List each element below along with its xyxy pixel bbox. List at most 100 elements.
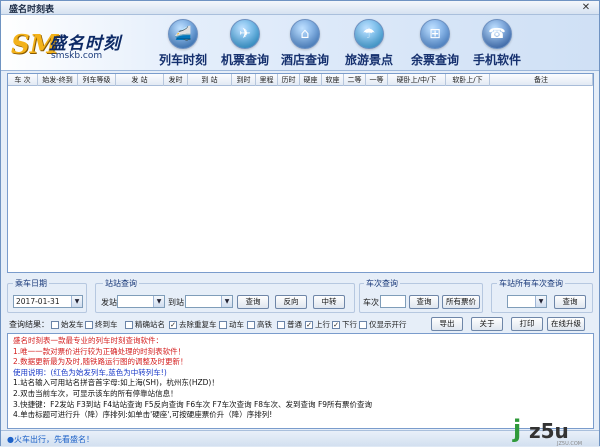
column-header[interactable]: 车 次: [8, 74, 38, 86]
windows-icon: ⊞: [420, 19, 450, 49]
column-header[interactable]: 列车等级: [78, 74, 116, 86]
checkbox-icon[interactable]: [247, 320, 255, 329]
filter-checkbox[interactable]: 普通: [277, 319, 302, 330]
column-header[interactable]: 到 站: [188, 74, 232, 86]
filter-checkbox[interactable]: 动车: [219, 319, 244, 330]
filter-checkbox-label: 终到车: [95, 320, 118, 329]
to-label: 到站: [168, 298, 184, 307]
nav-item-3[interactable]: ☂ 旅游景点: [337, 19, 401, 69]
station-all-select[interactable]: ▼: [507, 295, 547, 308]
checkbox-checked-icon[interactable]: ✓: [305, 320, 313, 329]
action-button-2[interactable]: 打印: [511, 317, 543, 331]
transfer-button[interactable]: 中转: [313, 295, 345, 309]
beach-icon: ☂: [354, 19, 384, 49]
nav-item-5[interactable]: ☎ 手机软件: [465, 19, 529, 69]
train-group-label: 车次查询: [364, 278, 400, 289]
nav-item-4[interactable]: ⊞ 余票查询: [403, 19, 467, 69]
nav-item-2[interactable]: ⌂ 酒店查询: [273, 19, 337, 69]
column-header[interactable]: 硬座: [300, 74, 322, 86]
nav-item-0[interactable]: 🚄 列车时刻: [151, 19, 215, 69]
to-station-select[interactable]: ▼: [185, 295, 233, 308]
filter-checkbox-label: 动车: [229, 320, 244, 329]
results-table[interactable]: 车 次始发-终到 列车等级发 站发时到 站到时 里程 历时 硬座 软座 二等 一等 硬卧上/中/…: [7, 73, 594, 273]
nav-item-1[interactable]: ✈ 机票查询: [213, 19, 277, 69]
filter-checkbox-label: 下行: [342, 320, 357, 329]
filter-checkbox[interactable]: 仅显示开行: [359, 319, 407, 330]
plane-icon: ✈: [230, 19, 260, 49]
station-query-button[interactable]: 查询: [237, 295, 269, 309]
chevron-down-icon[interactable]: ▼: [153, 296, 164, 307]
checkbox-icon[interactable]: [277, 320, 285, 329]
filter-checkbox[interactable]: 高铁: [247, 319, 272, 330]
checkbox-icon[interactable]: [219, 320, 227, 329]
date-value: 2017-01-31: [16, 297, 60, 306]
info-line: 使用说明：(红色为始发列车,蓝色为中转列车!): [13, 367, 167, 377]
from-station-select[interactable]: ▼: [117, 295, 165, 308]
filter-checkbox[interactable]: ✓ 下行: [332, 319, 357, 330]
nav-label: 列车时刻: [158, 53, 207, 67]
checkbox-checked-icon[interactable]: ✓: [332, 320, 340, 329]
column-header[interactable]: 一等: [366, 74, 388, 86]
action-button-0[interactable]: 导出: [431, 317, 463, 331]
reverse-button[interactable]: 反向: [275, 295, 307, 309]
info-line: 3.快捷键：F2发站 F3到站 F4站站查询 F5反向查询 F6车次 F7车次查…: [13, 399, 373, 409]
nav-label: 手机软件: [472, 53, 521, 67]
filter-row: 查询结果： 始发车 终到车 精确站名 ✓ 去除重复车 动车 高铁 普通 ✓ 上行 ✓ 下行 仅显示开行 …: [7, 316, 594, 332]
filter-checkbox[interactable]: ✓ 上行: [305, 319, 330, 330]
checkbox-icon[interactable]: [51, 320, 59, 329]
checkbox-checked-icon[interactable]: ✓: [169, 320, 177, 329]
column-header[interactable]: 软卧上/下: [446, 74, 490, 86]
column-header[interactable]: 发时: [164, 74, 188, 86]
hotel-icon: ⌂: [290, 19, 320, 49]
logo-url: smskb.com: [51, 51, 103, 61]
info-line: 盛名时刻表一款最专业的列车时刻查询软件：: [13, 336, 163, 345]
column-header[interactable]: 软座: [322, 74, 344, 86]
date-picker[interactable]: 2017-01-31 ▼: [13, 295, 83, 308]
app-logo: SM 盛名时刻 smskb.com: [11, 23, 161, 67]
watermark-logo: j z5u JZ5U.COM: [513, 415, 593, 447]
filter-checkbox-label: 高铁: [257, 320, 272, 329]
filter-checkbox-label: 普通: [287, 320, 302, 329]
action-button-3[interactable]: 在线升级: [547, 317, 585, 331]
checkbox-icon[interactable]: [125, 320, 133, 329]
station-all-group-label: 车站所有车次查询: [497, 278, 565, 289]
watermark-sub: JZ5U.COM: [557, 441, 583, 447]
column-header[interactable]: 历时: [278, 74, 300, 86]
filter-checkbox[interactable]: 精确站名: [125, 319, 165, 330]
title-bar: 盛名时刻表 ✕: [1, 1, 599, 15]
train-label: 车次: [363, 298, 379, 307]
chevron-down-icon[interactable]: ▼: [71, 296, 82, 307]
train-number-input[interactable]: [380, 295, 406, 308]
chevron-down-icon[interactable]: ▼: [221, 296, 232, 307]
app-window: 盛名时刻表 ✕ SM 盛名时刻 smskb.com 🚄 列车时刻 ✈ 机票查询 ⌂ 酒店查…: [0, 0, 600, 447]
column-header[interactable]: 始发-终到: [38, 74, 78, 86]
column-header[interactable]: 发 站: [116, 74, 164, 86]
column-header[interactable]: 硬卧上/中/下: [388, 74, 446, 86]
filter-label: 查询结果：: [9, 320, 49, 329]
station-all-query-button[interactable]: 查询: [554, 295, 586, 309]
nav-label: 机票查询: [220, 53, 269, 67]
filter-checkbox[interactable]: 始发车: [51, 319, 84, 330]
checkbox-icon[interactable]: [359, 320, 367, 329]
train-icon: 🚄: [168, 19, 198, 49]
action-button-1[interactable]: 关于: [471, 317, 503, 331]
status-bar: ●火车出行，先看盛名！ j z5u JZ5U.COM: [1, 415, 599, 447]
filter-checkbox[interactable]: ✓ 去除重复车: [169, 319, 217, 330]
column-header[interactable]: 二等: [344, 74, 366, 86]
close-icon[interactable]: ✕: [579, 1, 593, 14]
info-line: 2.数据更新最为及时,随铁路运行图的调整及时更新！: [13, 357, 188, 367]
nav-label: 旅游景点: [344, 53, 393, 67]
logo-mark: SM: [11, 30, 59, 60]
column-header[interactable]: 里程: [256, 74, 278, 86]
column-header[interactable]: 备注: [490, 74, 593, 86]
header-banner: SM 盛名时刻 smskb.com 🚄 列车时刻 ✈ 机票查询 ⌂ 酒店查询 ☂ 旅游景点 ⊞ 余…: [1, 15, 599, 71]
all-tickets-button[interactable]: 所有票价: [442, 295, 480, 309]
train-query-button[interactable]: 查询: [409, 295, 439, 309]
column-header[interactable]: 到时: [232, 74, 256, 86]
date-group-label: 乘车日期: [13, 278, 49, 289]
watermark-j: j: [513, 415, 522, 443]
status-text: ●火车出行，先看盛名！: [7, 435, 94, 444]
filter-checkbox[interactable]: 终到车: [85, 319, 118, 330]
checkbox-icon[interactable]: [85, 320, 93, 329]
chevron-down-icon[interactable]: ▼: [535, 296, 546, 307]
